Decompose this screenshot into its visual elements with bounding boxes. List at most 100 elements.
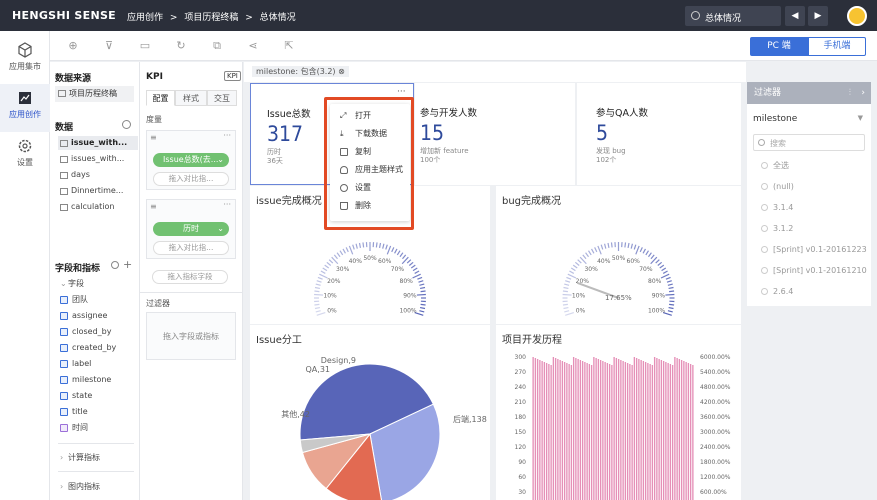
- app-logo: HENGSHI SENSE: [12, 9, 116, 22]
- dataset-item[interactable]: days: [58, 168, 138, 182]
- gauge-tick: [566, 276, 572, 280]
- gauge-tick: [650, 254, 655, 260]
- caret-down-icon[interactable]: ▼: [858, 114, 863, 122]
- field-item[interactable]: 团队: [58, 293, 138, 307]
- field-item[interactable]: 时间: [58, 421, 138, 435]
- filter-option[interactable]: [Sprint] v0.1-20161223: [761, 243, 871, 257]
- field-item[interactable]: title: [58, 405, 138, 419]
- add-icon[interactable]: +: [123, 258, 132, 271]
- fullscreen-icon[interactable]: ⧉: [210, 39, 224, 53]
- field-item[interactable]: milestone: [58, 373, 138, 387]
- filter-dropzone[interactable]: 拖入字段或指标: [146, 312, 236, 360]
- field-search-icon[interactable]: [111, 261, 119, 269]
- field-item[interactable]: closed_by: [58, 325, 138, 339]
- tab-interaction[interactable]: 交互: [207, 90, 237, 106]
- field-item[interactable]: state: [58, 389, 138, 403]
- timeline-bar: [620, 360, 622, 500]
- filter-option[interactable]: (null): [761, 180, 871, 194]
- radio-icon: [761, 288, 768, 295]
- dataset-item[interactable]: issues_with...: [58, 152, 138, 166]
- next-dashboard-button[interactable]: ▶: [808, 6, 828, 26]
- timeline-bar: [597, 359, 600, 500]
- kpi-card[interactable]: 参与QA人数 5 发现 bug 102个: [577, 83, 741, 185]
- menu-icon[interactable]: ≡: [150, 133, 157, 142]
- data-source-item[interactable]: 项目历程终稿: [55, 86, 134, 102]
- timeline-bar: [570, 365, 573, 500]
- filter-option[interactable]: 全选: [761, 159, 871, 173]
- tab-style[interactable]: 样式: [175, 90, 207, 106]
- avatar[interactable]: [847, 6, 867, 26]
- text-field-icon: [60, 296, 68, 304]
- menu-icon[interactable]: ≡: [150, 202, 157, 211]
- breadcrumb: 应用创作 > 项目历程终稿 > 总体情况: [127, 10, 300, 23]
- sliders-icon[interactable]: ⫶: [849, 82, 851, 104]
- pie-card[interactable]: Issue分工 后端,138 其他,42 QA,31 Design,9: [250, 325, 490, 500]
- more-icon[interactable]: ···: [223, 200, 231, 209]
- kpi-card[interactable]: 参与开发人数 15 增加新 feature 100个: [415, 83, 575, 185]
- compare-dropzone[interactable]: 拖入对比指...: [153, 172, 229, 186]
- prev-dashboard-button[interactable]: ◀: [785, 6, 805, 26]
- search-icon[interactable]: [122, 120, 131, 129]
- gauge-tick: [563, 286, 569, 290]
- filter-chip[interactable]: milestone: 包含(3.2) ⊗: [252, 66, 349, 77]
- breadcrumb-app[interactable]: 应用创作: [127, 13, 163, 23]
- gauge-tick: [642, 248, 647, 254]
- timeline-bar: [606, 363, 609, 500]
- filter-option-label: [Sprint] v0.1-20161223: [773, 245, 867, 254]
- measure-title: 度量: [146, 115, 162, 124]
- filter-option[interactable]: 3.1.2: [761, 222, 871, 236]
- chart-metric-group-toggle[interactable]: › 图内指标: [58, 480, 138, 494]
- field-item[interactable]: created_by: [58, 341, 138, 355]
- filter-option[interactable]: 2.6.4: [761, 285, 871, 299]
- nav-item-settings[interactable]: 设置: [0, 132, 50, 180]
- pc-view-button[interactable]: PC 端: [750, 37, 808, 56]
- gauge-tick: [322, 267, 328, 272]
- dataset-item[interactable]: Dinnertime...: [58, 184, 138, 198]
- timeline-bar: [532, 357, 534, 500]
- filter-option[interactable]: [Sprint] v0.1-20161210: [761, 264, 871, 278]
- metric-dropzone[interactable]: 拖入指标字段: [152, 270, 228, 284]
- field-item[interactable]: label: [58, 357, 138, 371]
- chart-type-icon[interactable]: ▭: [138, 39, 152, 53]
- breadcrumb-project[interactable]: 项目历程终稿: [184, 13, 238, 23]
- measure-pill[interactable]: Issue总数(去... ⌄: [153, 153, 229, 167]
- radio-icon: [761, 246, 768, 253]
- gauge-tick: [375, 242, 378, 248]
- radio-icon: [761, 267, 768, 274]
- highlight-box: [324, 97, 414, 230]
- filter-search-input[interactable]: 搜索: [753, 134, 865, 151]
- gauge-card[interactable]: bug完成概况 0% 10% 20% 30% 40% 50% 60% 70% 80% 90% 100…: [496, 186, 741, 324]
- dataset-item[interactable]: calculation: [58, 200, 138, 214]
- timeline-bar: [626, 363, 629, 500]
- refresh-icon[interactable]: ↻: [174, 39, 188, 53]
- gauge-tick: [662, 270, 668, 274]
- tab-config[interactable]: 配置: [146, 90, 175, 106]
- measure-pill[interactable]: 历时 ⌄: [153, 222, 229, 236]
- zoom-icon[interactable]: ⊕: [66, 39, 80, 53]
- more-icon[interactable]: ···: [223, 131, 231, 140]
- filter-option[interactable]: 3.1.4: [761, 201, 871, 215]
- nav-item-create[interactable]: 应用创作: [0, 84, 50, 132]
- compare-dropzone[interactable]: 拖入对比指...: [153, 241, 229, 255]
- field-label: closed_by: [72, 327, 112, 336]
- more-icon[interactable]: ···: [397, 87, 406, 97]
- mobile-view-button[interactable]: 手机端: [808, 37, 866, 56]
- share-icon[interactable]: ⋖: [246, 39, 260, 53]
- timeline-card[interactable]: 项目开发历程 300 6000.00% 270 5400.00% 240 4800.00%…: [496, 325, 741, 500]
- timeline-bar: [552, 357, 555, 500]
- dataset-item[interactable]: issue_with...: [58, 136, 138, 150]
- dashboard-selector[interactable]: 总体情况: [685, 6, 781, 26]
- export-icon[interactable]: ⇱: [282, 39, 296, 53]
- timeline-bar: [593, 357, 595, 500]
- calc-group-toggle[interactable]: › 计算指标: [58, 451, 138, 465]
- field-item[interactable]: assignee: [58, 309, 138, 323]
- filter-icon[interactable]: ⊽: [102, 39, 116, 53]
- chevron-right-icon[interactable]: ›: [861, 82, 865, 104]
- fields-group-toggle[interactable]: ⌄ 字段: [58, 277, 138, 291]
- y2-tick-label: 4200.00%: [700, 399, 731, 406]
- field-label: assignee: [72, 311, 108, 320]
- filter-option-label: 2.6.4: [773, 287, 794, 296]
- config-title: KPI: [146, 72, 163, 82]
- nav-item-market[interactable]: 应用集市: [0, 36, 50, 84]
- gauge-tick: [402, 254, 407, 260]
